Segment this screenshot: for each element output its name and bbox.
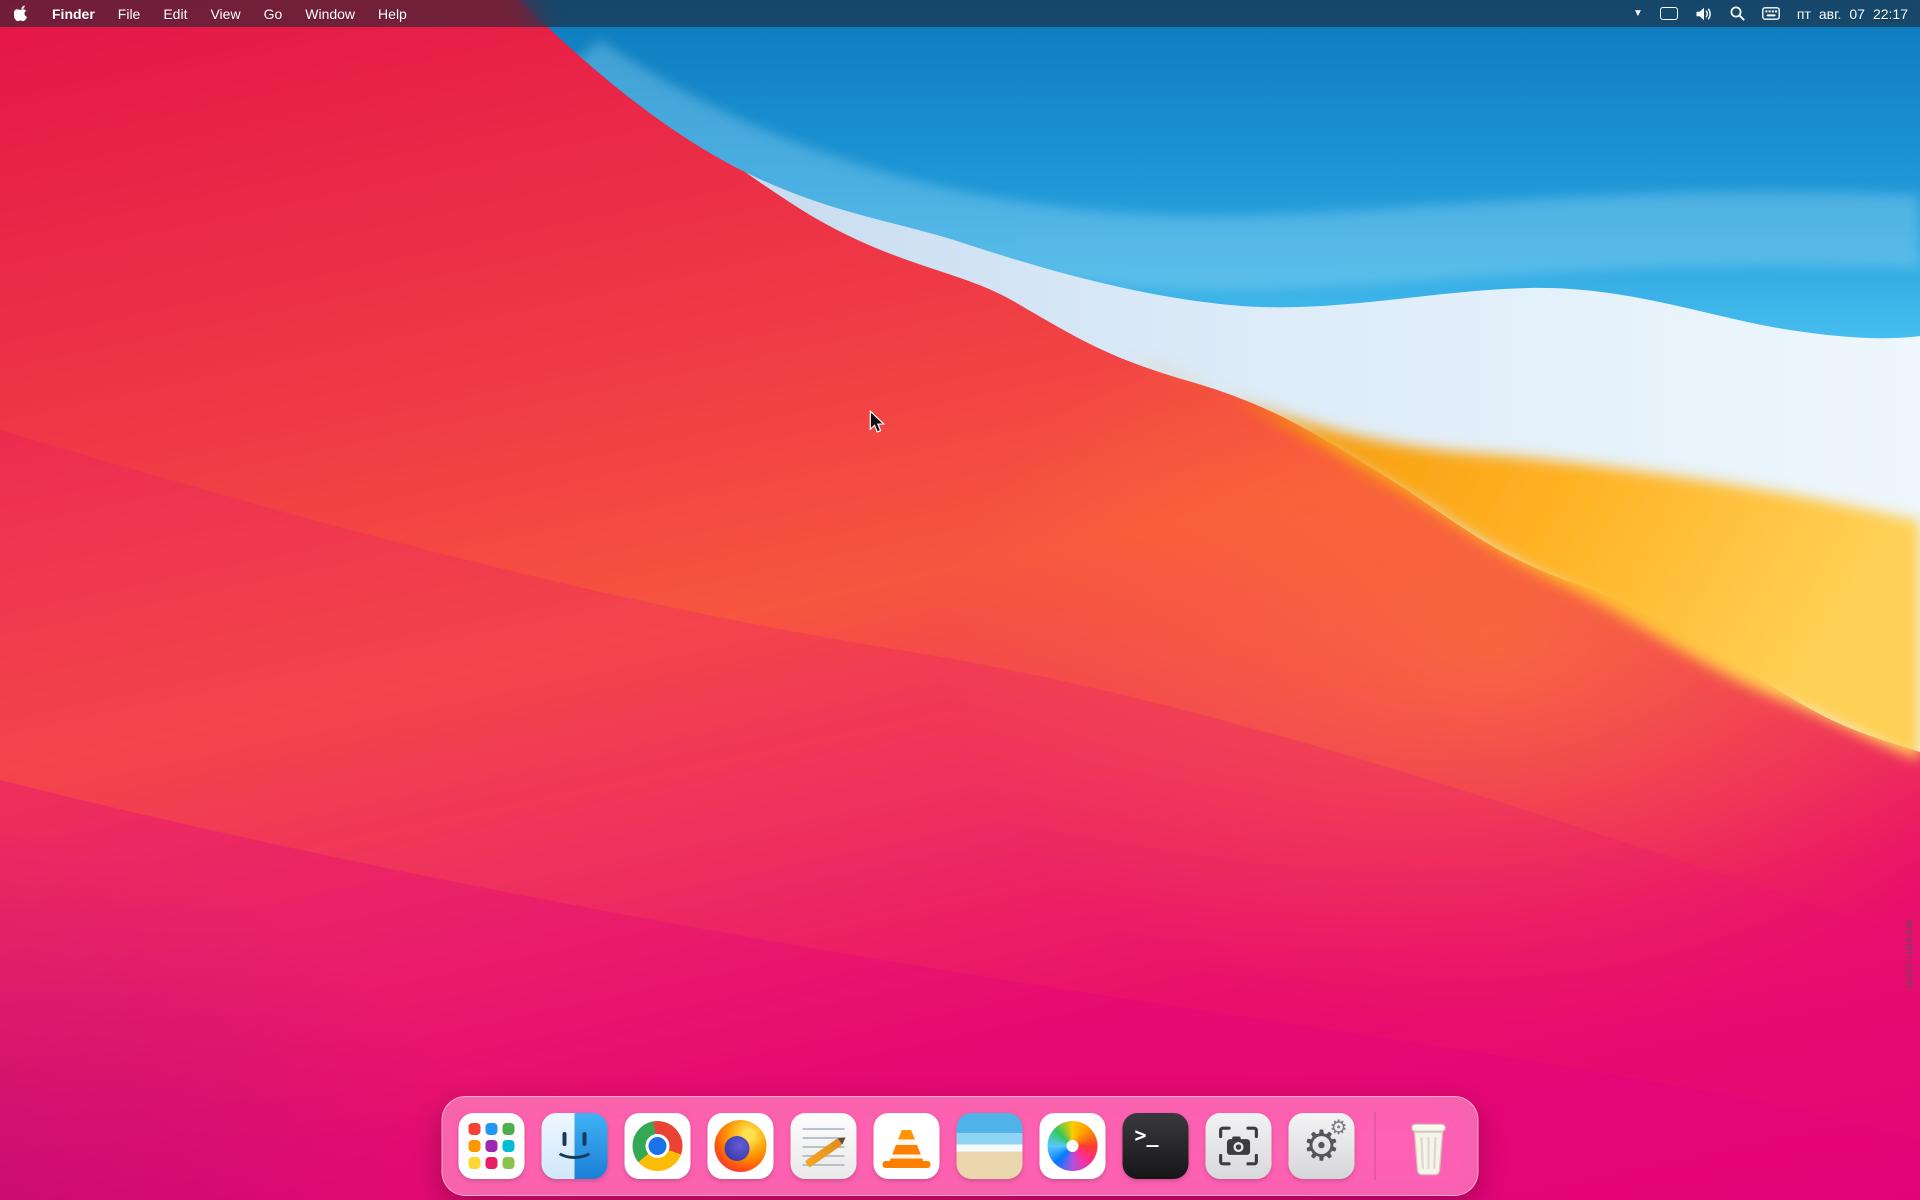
menu-item-view[interactable]: View (210, 6, 240, 22)
display-icon[interactable] (1659, 5, 1678, 23)
wallpaper-waves (0, 0, 1920, 1200)
settings-small-gear-icon: ⚙ (1329, 1117, 1348, 1139)
screenshot-icon (1219, 1126, 1258, 1166)
menubar-left: Finder File Edit View Go Window Help (0, 5, 407, 22)
menu-item-help[interactable]: Help (378, 6, 407, 22)
dock-item-launchpad[interactable] (458, 1113, 525, 1179)
dock-item-vlc[interactable] (873, 1113, 940, 1179)
volume-icon[interactable] (1695, 5, 1713, 23)
dock-item-chrome[interactable] (624, 1113, 691, 1179)
search-icon[interactable] (1730, 5, 1745, 23)
dock-item-text-editor[interactable] (790, 1113, 857, 1179)
menu-item-finder[interactable]: Finder (52, 6, 95, 22)
terminal-icon: >_ (1134, 1123, 1159, 1147)
dropdown-arrow-icon[interactable]: ▼ (1633, 5, 1643, 23)
vlc-cone-icon (888, 1130, 925, 1164)
dock-item-trash[interactable] (1396, 1113, 1462, 1179)
dock-item-settings[interactable]: ⚙ ⚙ (1288, 1113, 1355, 1179)
apple-logo-icon (14, 5, 28, 22)
dock-item-screenshot[interactable] (1205, 1113, 1272, 1179)
dock: >_ ⚙ ⚙ (441, 1096, 1479, 1196)
clock-weekday: пт (1796, 5, 1811, 22)
menu-item-window[interactable]: Window (305, 6, 355, 22)
menu-item-go[interactable]: Go (264, 6, 283, 22)
menu-item-edit[interactable]: Edit (163, 6, 187, 22)
menubar: Finder File Edit View Go Window Help ▼ п… (0, 0, 1920, 27)
dock-item-firefox[interactable] (707, 1113, 774, 1179)
clock-day: 07 (1849, 5, 1865, 22)
watermark: wsxdn.com (1903, 920, 1917, 990)
apple-menu[interactable] (14, 5, 29, 22)
dock-item-photos[interactable] (1039, 1113, 1106, 1179)
menubar-clock[interactable]: пт авг. 07 22:17 (1797, 6, 1908, 22)
dock-item-finder[interactable] (541, 1113, 608, 1179)
menu-item-file[interactable]: File (118, 6, 141, 22)
input-source-icon[interactable] (1761, 5, 1780, 23)
dock-separator (1374, 1112, 1376, 1180)
clock-time: 22:17 (1872, 5, 1908, 22)
dock-item-image-viewer[interactable] (956, 1113, 1023, 1179)
dock-item-terminal[interactable]: >_ (1122, 1113, 1189, 1179)
launchpad-icon (468, 1123, 481, 1135)
clock-month: авг. (1818, 5, 1842, 22)
trash-icon (1411, 1123, 1446, 1176)
menubar-status-area: ▼ пт авг. 07 22:17 (1633, 5, 1920, 23)
desktop-wallpaper (0, 0, 1920, 1200)
